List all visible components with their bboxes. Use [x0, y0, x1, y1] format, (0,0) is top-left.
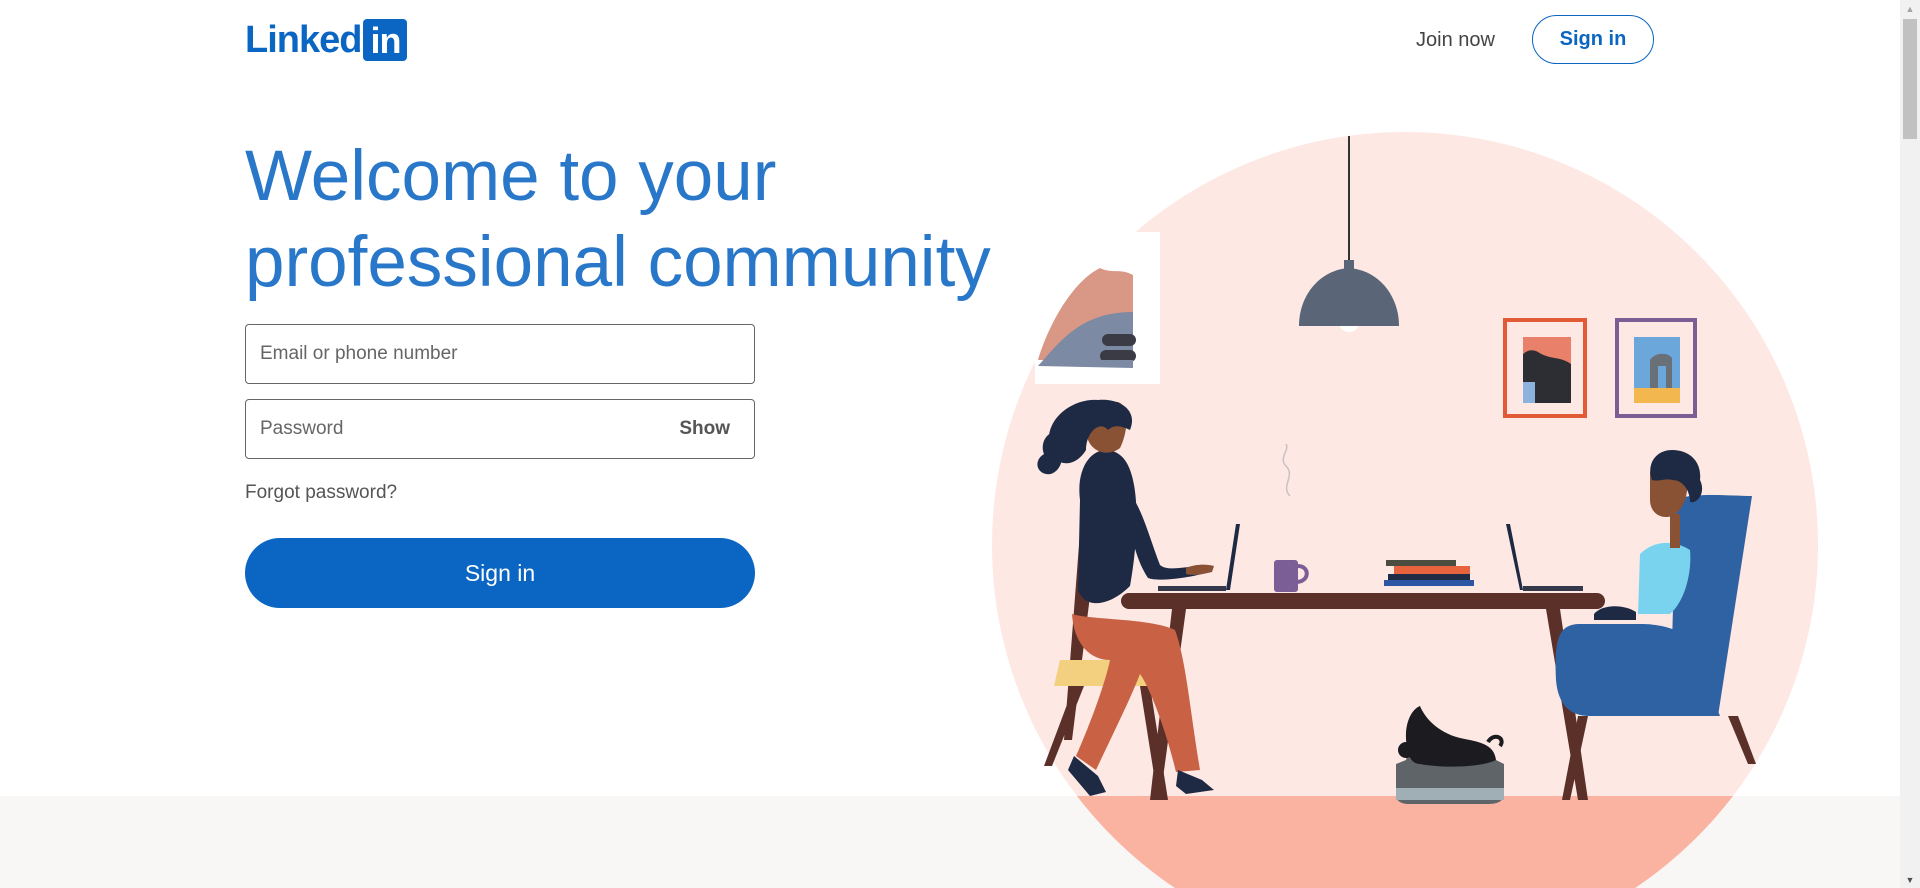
people-working-at-table-illustration — [992, 132, 1818, 888]
show-password-button[interactable]: Show — [673, 400, 736, 458]
logo-in-box: in — [363, 19, 408, 61]
headline-line-1: Welcome to your — [245, 137, 777, 216]
linkedin-logo[interactable]: Linked in — [245, 18, 408, 62]
logo-wordmark: Linked — [245, 18, 362, 61]
header-sign-in-button[interactable]: Sign in — [1532, 15, 1654, 64]
join-now-link[interactable]: Join now — [1398, 24, 1513, 56]
headline-line-2: professional community — [245, 223, 991, 302]
password-field-box: Show — [245, 399, 755, 459]
page-title: Welcome to your professional community — [245, 134, 1025, 306]
vertical-scrollbar[interactable]: ▲ ▼ — [1900, 0, 1920, 888]
email-input[interactable] — [246, 325, 754, 383]
page: Linked in Join now Sign in Welcome to yo… — [0, 0, 1900, 888]
sign-in-button[interactable]: Sign in — [245, 538, 755, 608]
scroll-down-arrow-icon[interactable]: ▼ — [1900, 871, 1920, 888]
scroll-thumb[interactable] — [1903, 19, 1917, 139]
scroll-up-arrow-icon[interactable]: ▲ — [1900, 0, 1920, 17]
forgot-password-link[interactable]: Forgot password? — [245, 482, 397, 504]
email-field-box — [245, 324, 755, 384]
